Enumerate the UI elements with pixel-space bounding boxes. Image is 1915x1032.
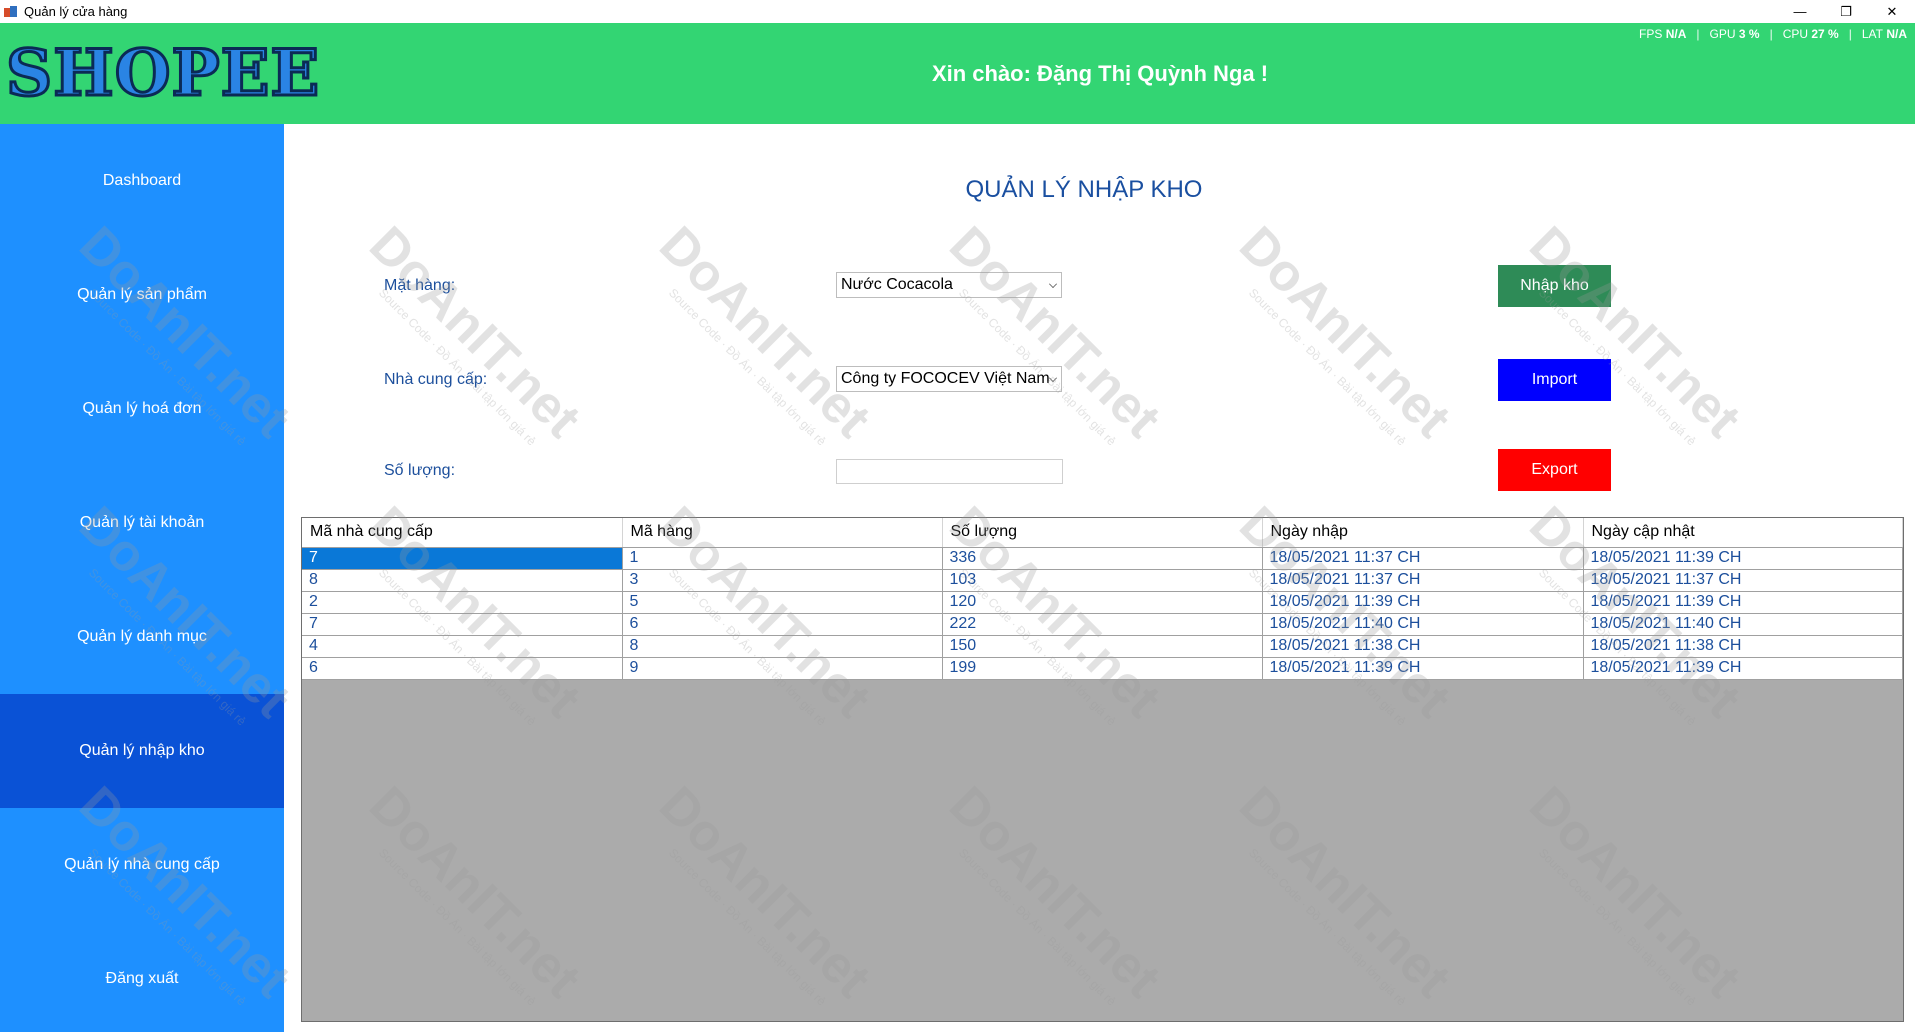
- table-cell[interactable]: 6: [302, 657, 623, 680]
- table-cell[interactable]: 9: [622, 657, 943, 680]
- supplier-select-value: Công ty FOCOCEV Việt Nam: [841, 370, 1050, 387]
- performance-overlay: FPS N/A | GPU 3 % | CPU 27 % | LAT N/A: [1639, 27, 1907, 41]
- table-cell[interactable]: 18/05/2021 11:39 CH: [1583, 657, 1903, 680]
- fps-label: FPS: [1639, 27, 1663, 41]
- table-header-row: Mã nhà cung cấp Mã hàng Số lượng Ngày nh…: [302, 518, 1903, 548]
- table-row[interactable]: 6 9 199 18/05/2021 11:39 CH 18/05/2021 1…: [302, 657, 1903, 680]
- product-select[interactable]: Nước Cocacola: [836, 272, 1062, 298]
- column-header-quantity[interactable]: Số lượng: [942, 518, 1263, 548]
- sidebar-item-logout[interactable]: Đăng xuất: [0, 922, 284, 1032]
- app-window: Quản lý cửa hàng — ❐ ✕ SHOPEE Xin chào: …: [0, 0, 1915, 1032]
- data-table: Mã nhà cung cấp Mã hàng Số lượng Ngày nh…: [302, 518, 1903, 680]
- table-cell[interactable]: 18/05/2021 11:39 CH: [1583, 547, 1903, 570]
- table-cell[interactable]: 120: [942, 591, 1263, 614]
- table-row[interactable]: 7 6 222 18/05/2021 11:40 CH 18/05/2021 1…: [302, 613, 1903, 636]
- stock-import-grid[interactable]: Mã nhà cung cấp Mã hàng Số lượng Ngày nh…: [301, 517, 1904, 1022]
- product-label: Mặt hàng:: [384, 277, 456, 294]
- app-header: SHOPEE Xin chào: Đặng Thị Quỳnh Nga ! FP…: [0, 23, 1915, 124]
- app-icon: [4, 5, 18, 18]
- column-header-product-id[interactable]: Mã hàng: [622, 518, 943, 548]
- cpu-value: 27 %: [1811, 27, 1839, 41]
- table-cell[interactable]: 199: [942, 657, 1263, 680]
- import-stock-button[interactable]: Nhập kho: [1498, 265, 1611, 307]
- table-cell[interactable]: 5: [622, 591, 943, 614]
- column-header-supplier-id[interactable]: Mã nhà cung cấp: [302, 518, 623, 548]
- table-cell[interactable]: 7: [302, 547, 623, 570]
- supplier-select[interactable]: Công ty FOCOCEV Việt Nam: [836, 366, 1062, 392]
- table-cell[interactable]: 18/05/2021 11:38 CH: [1583, 635, 1903, 658]
- table-cell[interactable]: 8: [622, 635, 943, 658]
- chevron-down-icon: [1049, 280, 1057, 288]
- sidebar-item-products[interactable]: Quản lý sản phẩm: [0, 238, 284, 352]
- table-cell[interactable]: 18/05/2021 11:40 CH: [1262, 613, 1584, 636]
- export-button[interactable]: Export: [1498, 449, 1611, 491]
- table-row[interactable]: 8 3 103 18/05/2021 11:37 CH 18/05/2021 1…: [302, 569, 1903, 592]
- table-row[interactable]: 4 8 150 18/05/2021 11:38 CH 18/05/2021 1…: [302, 635, 1903, 658]
- title-bar: Quản lý cửa hàng — ❐ ✕: [0, 0, 1915, 23]
- table-row[interactable]: 2 5 120 18/05/2021 11:39 CH 18/05/2021 1…: [302, 591, 1903, 614]
- maximize-button[interactable]: ❐: [1823, 0, 1869, 23]
- sidebar: Dashboard Quản lý sản phẩm Quản lý hoá đ…: [0, 124, 284, 1032]
- import-button[interactable]: Import: [1498, 359, 1611, 401]
- table-cell[interactable]: 18/05/2021 11:39 CH: [1583, 591, 1903, 614]
- table-cell[interactable]: 18/05/2021 11:37 CH: [1262, 569, 1584, 592]
- lat-value: N/A: [1886, 27, 1907, 41]
- greeting-text: Xin chào: Đặng Thị Quỳnh Nga !: [931, 61, 1269, 86]
- table-cell[interactable]: 18/05/2021 11:39 CH: [1262, 591, 1584, 614]
- table-cell[interactable]: 336: [942, 547, 1263, 570]
- table-cell[interactable]: 222: [942, 613, 1263, 636]
- table-cell[interactable]: 103: [942, 569, 1263, 592]
- supplier-label: Nhà cung cấp:: [384, 371, 488, 388]
- table-cell[interactable]: 1: [622, 547, 943, 570]
- product-select-value: Nước Cocacola: [841, 276, 953, 293]
- column-header-updated-date[interactable]: Ngày cập nhật: [1583, 518, 1903, 548]
- sidebar-item-invoices[interactable]: Quản lý hoá đơn: [0, 352, 284, 466]
- table-cell[interactable]: 4: [302, 635, 623, 658]
- sidebar-item-accounts[interactable]: Quản lý tài khoản: [0, 466, 284, 580]
- cpu-label: CPU: [1782, 27, 1809, 41]
- sidebar-item-categories[interactable]: Quản lý danh mục: [0, 580, 284, 694]
- main-panel: QUẢN LÝ NHẬP KHO Mặt hàng: Nước Cocacola…: [284, 124, 1915, 1032]
- table-cell[interactable]: 18/05/2021 11:37 CH: [1583, 569, 1903, 592]
- fps-value: N/A: [1665, 27, 1687, 41]
- table-cell[interactable]: 18/05/2021 11:37 CH: [1262, 547, 1584, 570]
- table-cell[interactable]: 18/05/2021 11:40 CH: [1583, 613, 1903, 636]
- table-cell[interactable]: 6: [622, 613, 943, 636]
- table-cell[interactable]: 3: [622, 569, 943, 592]
- window-title: Quản lý cửa hàng: [24, 4, 128, 19]
- minimize-button[interactable]: —: [1777, 0, 1823, 23]
- table-cell[interactable]: 150: [942, 635, 1263, 658]
- chevron-down-icon: [1049, 374, 1057, 382]
- sidebar-item-dashboard[interactable]: Dashboard: [0, 124, 284, 238]
- column-header-import-date[interactable]: Ngày nhập: [1262, 518, 1584, 548]
- quantity-label: Số lượng:: [384, 462, 456, 479]
- table-cell[interactable]: 7: [302, 613, 623, 636]
- gpu-value: 3 %: [1738, 27, 1760, 41]
- quantity-input[interactable]: [836, 459, 1063, 484]
- table-cell[interactable]: 18/05/2021 11:38 CH: [1262, 635, 1584, 658]
- table-cell[interactable]: 8: [302, 569, 623, 592]
- table-row[interactable]: 7 1 336 18/05/2021 11:37 CH 18/05/2021 1…: [302, 547, 1903, 570]
- gpu-label: GPU: [1709, 27, 1736, 41]
- page-title: QUẢN LÝ NHẬP KHO: [965, 176, 1203, 203]
- table-cell[interactable]: 18/05/2021 11:39 CH: [1262, 657, 1584, 680]
- sidebar-item-suppliers[interactable]: Quản lý nhà cung cấp: [0, 808, 284, 922]
- lat-label: LAT: [1861, 27, 1883, 41]
- sidebar-item-stock-import[interactable]: Quản lý nhập kho: [0, 694, 284, 808]
- shopee-logo: SHOPEE: [4, 36, 321, 111]
- close-button[interactable]: ✕: [1869, 0, 1915, 23]
- table-cell[interactable]: 2: [302, 591, 623, 614]
